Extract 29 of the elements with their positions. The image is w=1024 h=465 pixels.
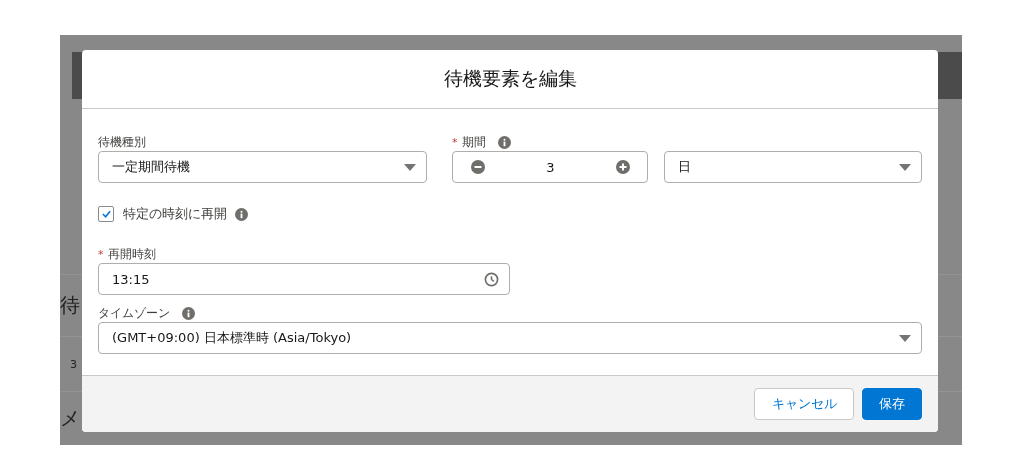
heading-text: メ: [60, 404, 80, 432]
period-stepper[interactable]: 3: [452, 151, 648, 183]
modal-title: 待機要素を編集: [443, 66, 577, 91]
info-icon[interactable]: [235, 207, 248, 221]
required-mark: *: [452, 135, 458, 149]
minus-icon[interactable]: [471, 160, 485, 174]
timezone-select[interactable]: (GMT+09:00) 日本標準時 (Asia/Tokyo): [98, 322, 922, 354]
field-label: 待機種別: [98, 134, 147, 151]
caret-icon: [404, 163, 416, 171]
field-label: 再開時刻: [107, 246, 156, 263]
save-button[interactable]: 保存: [862, 388, 922, 420]
clock-icon: [484, 271, 499, 287]
plus-icon[interactable]: [616, 160, 630, 174]
row-text: 3: [70, 357, 77, 371]
checkbox[interactable]: [98, 206, 114, 222]
wait-type-select[interactable]: 一定期間待機: [98, 151, 427, 183]
info-icon[interactable]: [497, 135, 511, 149]
field-label: 期間: [461, 134, 486, 151]
heading-text: 待: [60, 292, 80, 320]
field-label: タイムゾーン: [98, 305, 170, 322]
time-input[interactable]: 13:15: [98, 263, 510, 295]
check-icon: [101, 210, 111, 218]
caret-icon: [899, 334, 911, 342]
caret-icon: [899, 163, 911, 171]
info-icon[interactable]: [182, 306, 195, 320]
checkbox-label: 特定の時刻に再開: [123, 205, 227, 223]
cancel-button[interactable]: キャンセル: [754, 388, 854, 420]
unit-select[interactable]: 日: [664, 151, 922, 183]
required-mark: *: [98, 247, 104, 261]
